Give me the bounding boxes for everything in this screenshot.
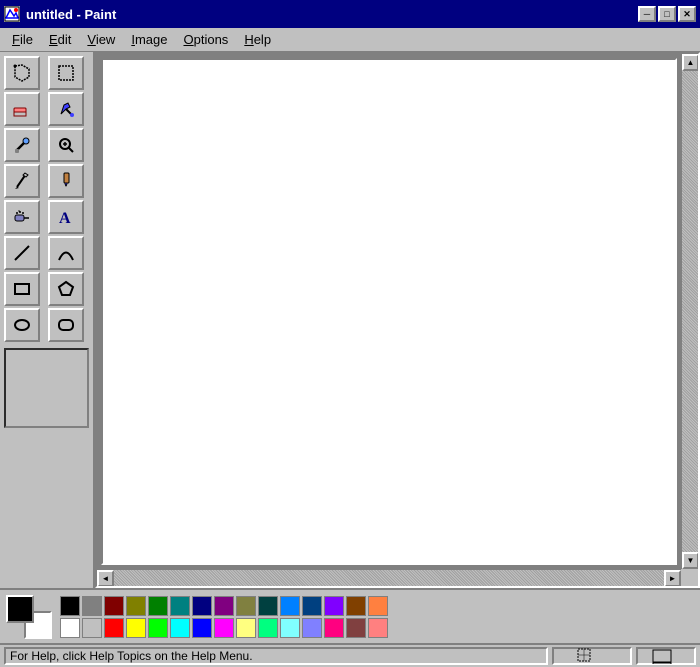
scroll-up-button[interactable]: ▲ [682, 54, 699, 71]
tool-pencil[interactable] [4, 164, 40, 198]
color-swatch[interactable] [60, 618, 80, 638]
tool-grid: A [4, 56, 89, 342]
tool-eraser[interactable] [4, 92, 40, 126]
color-swatch[interactable] [60, 596, 80, 616]
color-swatch[interactable] [82, 596, 102, 616]
color-swatch[interactable] [214, 618, 234, 638]
color-swatch[interactable] [104, 618, 124, 638]
scroll-track-vertical[interactable] [682, 71, 698, 552]
color-swatch[interactable] [346, 618, 366, 638]
tool-brush[interactable] [48, 164, 84, 198]
maximize-button[interactable]: □ [658, 6, 676, 22]
status-bar: For Help, click Help Topics on the Help … [0, 643, 700, 667]
menu-help[interactable]: Help [236, 30, 279, 49]
color-swatch[interactable] [302, 596, 322, 616]
title-bar: untitled - Paint ─ □ ✕ [0, 0, 700, 28]
svg-text:A: A [59, 210, 71, 227]
scrollbar-horizontal[interactable]: ◄ ► [97, 569, 681, 586]
title-buttons: ─ □ ✕ [638, 6, 696, 22]
drawing-canvas[interactable] [101, 58, 677, 565]
color-swatch[interactable] [258, 618, 278, 638]
tool-text[interactable]: A [48, 200, 84, 234]
color-foreground-box[interactable] [6, 595, 34, 623]
palette-row-1 [60, 596, 388, 616]
title-text: untitled - Paint [26, 7, 116, 22]
color-swatch[interactable] [170, 618, 190, 638]
color-palette [60, 596, 388, 638]
tool-ellipse[interactable] [4, 308, 40, 342]
color-swatch[interactable] [148, 618, 168, 638]
status-size [636, 647, 696, 665]
tool-polygon[interactable] [48, 272, 84, 306]
palette-row-2 [60, 618, 388, 638]
scrollbar-vertical[interactable]: ▲ ▼ [681, 54, 698, 569]
color-swatch[interactable] [324, 596, 344, 616]
tool-panel: A [0, 52, 95, 588]
status-coordinates [552, 647, 632, 665]
status-text: For Help, click Help Topics on the Help … [4, 647, 548, 665]
color-swatch[interactable] [104, 596, 124, 616]
tool-free-select[interactable] [4, 56, 40, 90]
tool-options [4, 348, 89, 428]
menu-image[interactable]: Image [123, 30, 175, 49]
color-bar [0, 588, 700, 643]
tool-pick-color[interactable] [4, 128, 40, 162]
title-left: untitled - Paint [4, 6, 116, 22]
tool-magnify[interactable] [48, 128, 84, 162]
color-swatch[interactable] [280, 596, 300, 616]
color-current [6, 595, 52, 639]
color-swatch[interactable] [302, 618, 322, 638]
scroll-corner [681, 569, 698, 586]
tool-line[interactable] [4, 236, 40, 270]
close-button[interactable]: ✕ [678, 6, 696, 22]
color-swatch[interactable] [324, 618, 344, 638]
scroll-right-button[interactable]: ► [664, 570, 681, 587]
color-swatch[interactable] [192, 618, 212, 638]
color-swatch[interactable] [214, 596, 234, 616]
tool-rect-select[interactable] [48, 56, 84, 90]
canvas-container[interactable]: ▲ ▼ ◄ ► [95, 52, 700, 588]
tool-fill[interactable] [48, 92, 84, 126]
color-swatch[interactable] [170, 596, 190, 616]
color-swatch[interactable] [368, 618, 388, 638]
tool-rounded-rect[interactable] [48, 308, 84, 342]
color-swatch[interactable] [236, 596, 256, 616]
color-swatch[interactable] [236, 618, 256, 638]
color-swatch[interactable] [368, 596, 388, 616]
color-swatch[interactable] [126, 618, 146, 638]
app-icon [4, 6, 20, 22]
color-swatch[interactable] [346, 596, 366, 616]
color-swatch[interactable] [192, 596, 212, 616]
color-swatch[interactable] [82, 618, 102, 638]
menu-edit[interactable]: Edit [41, 30, 79, 49]
scroll-down-button[interactable]: ▼ [682, 552, 699, 569]
menu-options[interactable]: Options [175, 30, 236, 49]
menu-view[interactable]: View [79, 30, 123, 49]
tool-curve[interactable] [48, 236, 84, 270]
color-swatch[interactable] [126, 596, 146, 616]
status-help-text: For Help, click Help Topics on the Help … [10, 649, 253, 663]
color-swatch[interactable] [280, 618, 300, 638]
main-area: A [0, 52, 700, 588]
menu-file[interactable]: File [4, 30, 41, 49]
minimize-button[interactable]: ─ [638, 6, 656, 22]
color-swatch[interactable] [258, 596, 278, 616]
menu-bar: File Edit View Image Options Help [0, 28, 700, 52]
tool-airbrush[interactable] [4, 200, 40, 234]
scroll-left-button[interactable]: ◄ [97, 570, 114, 587]
tool-rect[interactable] [4, 272, 40, 306]
scroll-track-horizontal[interactable] [114, 570, 664, 586]
color-swatch[interactable] [148, 596, 168, 616]
